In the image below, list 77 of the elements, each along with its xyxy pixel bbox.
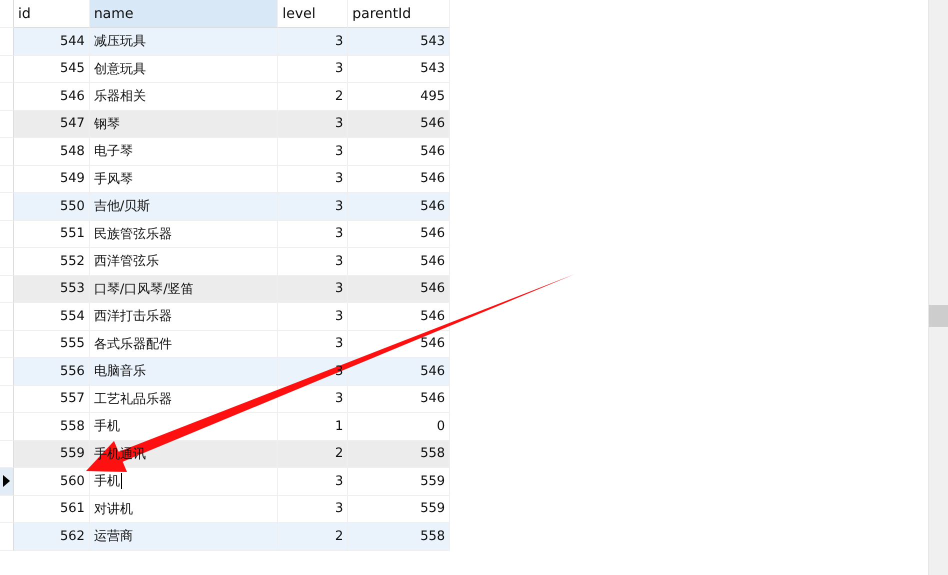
scrollbar-thumb[interactable] [929, 305, 948, 327]
table-cell: 0 [348, 413, 450, 440]
table-cell: 556 [14, 358, 90, 386]
table-cell: 558 [348, 440, 450, 468]
table-cell: 546 [348, 276, 450, 303]
table-cell: 551 [14, 220, 90, 248]
table-cell: 3 [278, 28, 348, 56]
table-cell: 3 [278, 193, 348, 220]
table-cell: 1 [278, 413, 348, 440]
table-cell: 559 [348, 496, 450, 523]
table-cell: 546 [348, 193, 450, 220]
table-cell: 运营商 [90, 523, 278, 550]
table-cell: 3 [278, 110, 348, 138]
table-cell: 495 [348, 83, 450, 110]
table-cell: 546 [348, 248, 450, 276]
table-cell: 547 [14, 110, 90, 138]
table-cell: 549 [14, 166, 90, 193]
table-cell: 546 [14, 83, 90, 110]
table-cell: 电子琴 [90, 138, 278, 166]
table-cell: 减压玩具 [90, 28, 278, 56]
table-cell: 3 [278, 468, 348, 496]
table-cell: 546 [348, 220, 450, 248]
table-cell: 民族管弦乐器 [90, 220, 278, 248]
table-cell: 559 [348, 468, 450, 496]
table-cell: 544 [14, 28, 90, 56]
table-cell: 558 [14, 413, 90, 440]
table-cell: 559 [14, 440, 90, 468]
table-cell: 553 [14, 276, 90, 303]
column-header[interactable]: parentId [348, 0, 450, 28]
scrollbar[interactable] [928, 0, 948, 575]
table-cell: 546 [348, 358, 450, 386]
table-cell: 3 [278, 166, 348, 193]
table-cell: 561 [14, 496, 90, 523]
table-cell: 560 [14, 468, 90, 496]
table-cell: 电脑音乐 [90, 358, 278, 386]
cell-editor[interactable]: 手机 [90, 468, 278, 496]
table-cell: 钢琴 [90, 110, 278, 138]
table-cell: 对讲机 [90, 496, 278, 523]
table-cell: 2 [278, 83, 348, 110]
table-cell: 546 [348, 166, 450, 193]
table-cell: 手风琴 [90, 166, 278, 193]
table-cell: 3 [278, 276, 348, 303]
table-cell: 3 [278, 303, 348, 330]
table-cell: 2 [278, 523, 348, 550]
table-cell: 西洋打击乐器 [90, 303, 278, 330]
table-cell: 3 [278, 496, 348, 523]
table-cell: 562 [14, 523, 90, 550]
table-cell: 554 [14, 303, 90, 330]
table-cell: 557 [14, 386, 90, 413]
table-cell: 558 [348, 523, 450, 550]
table-cell: 555 [14, 330, 90, 358]
table-cell: 552 [14, 248, 90, 276]
table-cell: 3 [278, 220, 348, 248]
table-cell: 乐器相关 [90, 83, 278, 110]
table-cell: 西洋管弦乐 [90, 248, 278, 276]
table-cell: 口琴/口风琴/竖笛 [90, 276, 278, 303]
table-cell: 546 [348, 386, 450, 413]
column-header[interactable]: name [90, 0, 278, 28]
table-cell: 3 [278, 56, 348, 83]
column-header[interactable]: id [14, 0, 90, 28]
table-cell: 545 [14, 56, 90, 83]
table-cell: 吉他/贝斯 [90, 193, 278, 220]
table-cell: 3 [278, 330, 348, 358]
column-header[interactable]: level [278, 0, 348, 28]
table-cell: 548 [14, 138, 90, 166]
table-cell: 546 [348, 138, 450, 166]
table-cell: 2 [278, 440, 348, 468]
table-cell: 546 [348, 303, 450, 330]
table-cell: 543 [348, 56, 450, 83]
row-header[interactable] [0, 468, 14, 496]
table-cell: 创意玩具 [90, 56, 278, 83]
table-cell: 546 [348, 110, 450, 138]
table-cell: 550 [14, 193, 90, 220]
table-cell: 各式乐器配件 [90, 330, 278, 358]
table-cell: 543 [348, 28, 450, 56]
table-cell: 3 [278, 248, 348, 276]
table-cell: 3 [278, 138, 348, 166]
